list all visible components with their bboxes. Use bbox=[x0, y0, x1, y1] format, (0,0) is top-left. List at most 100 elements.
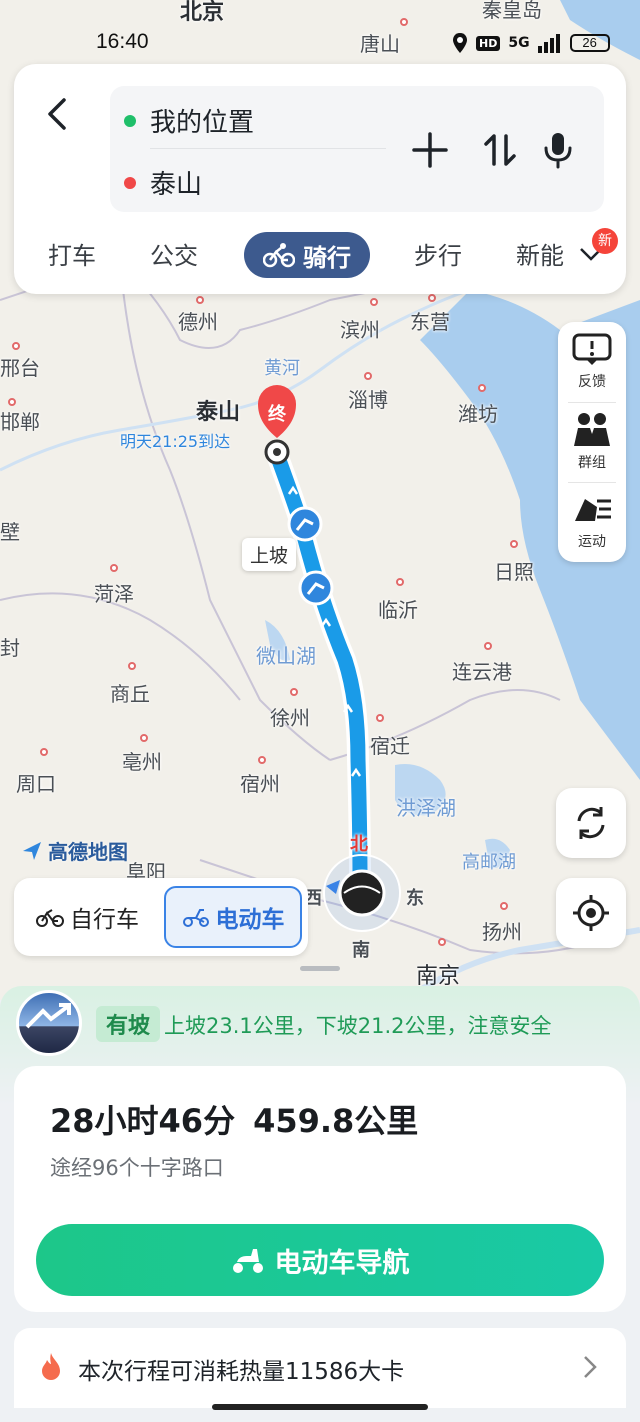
map-label-rizhao: 日照 bbox=[494, 560, 534, 584]
status-bar: 16:40 HD 5G 26 bbox=[0, 26, 640, 60]
amap-logo: 高德地图 bbox=[20, 836, 128, 865]
calorie-card[interactable]: 本次行程可消耗热量11586大卡 bbox=[14, 1328, 626, 1408]
compass-north: 北 bbox=[350, 834, 368, 855]
map-label-beijing: 北京 bbox=[180, 0, 225, 25]
map-label-suqian: 宿迁 bbox=[370, 734, 410, 758]
sport-button[interactable]: 运动 bbox=[558, 482, 626, 562]
amap-logo-icon bbox=[23, 841, 41, 860]
refresh-button[interactable] bbox=[556, 788, 626, 858]
map-label-huanghe: 黄河 bbox=[264, 358, 300, 379]
map-label-linyi: 临沂 bbox=[378, 598, 418, 622]
cycling-icon bbox=[263, 243, 295, 268]
map-label-shangqiu: 商丘 bbox=[110, 682, 150, 706]
origin-dot bbox=[124, 114, 136, 127]
tab-new-energy[interactable]: 新能 bbox=[516, 236, 564, 271]
locate-icon bbox=[573, 895, 609, 931]
city-dot bbox=[400, 18, 408, 26]
map-label-qinhuangdao: 秦皇岛 bbox=[482, 0, 542, 22]
side-toolbar: 反馈 群组 运动 bbox=[558, 322, 626, 562]
scooter-icon bbox=[232, 1249, 263, 1273]
map-label-suzhou: 宿州 bbox=[240, 772, 280, 796]
slope-tag: 有坡 bbox=[96, 1006, 161, 1042]
calorie-text: 本次行程可消耗热量11586大卡 bbox=[78, 1359, 405, 1385]
route-detail-sheet: 有坡 上坡23.1公里，下坡21.2公里，注意安全 28小时46分 459.8公里… bbox=[0, 986, 640, 1422]
sheet-drag-handle[interactable] bbox=[300, 966, 340, 971]
map-label-feng: 封 bbox=[0, 636, 20, 660]
arrival-time: 明天21:25到达 bbox=[120, 432, 231, 451]
divider bbox=[150, 148, 386, 149]
feedback-button[interactable]: 反馈 bbox=[558, 322, 626, 402]
city-dot bbox=[140, 734, 148, 742]
tab-cycling-label: 骑行 bbox=[303, 243, 351, 272]
route-summary-card[interactable]: 28小时46分 459.8公里 途经96个十字路口 电动车导航 bbox=[14, 1066, 626, 1312]
status-time: 16:40 bbox=[96, 30, 149, 53]
city-dot bbox=[478, 384, 486, 392]
destination-dot bbox=[124, 176, 136, 189]
route-search-card: 我的位置 泰山 打车 公交 骑行 步行 新能 新 bbox=[14, 64, 626, 294]
bicycle-icon bbox=[36, 909, 64, 927]
start-navigation-label: 电动车导航 bbox=[274, 1247, 410, 1279]
map-label-weishanhu: 微山湖 bbox=[256, 644, 316, 668]
travel-mode-tabs: 打车 公交 骑行 步行 新能 bbox=[14, 232, 626, 280]
mode-ebike-label: 电动车 bbox=[215, 907, 285, 933]
add-waypoint-icon[interactable] bbox=[410, 130, 450, 170]
status-icons: HD 5G 26 bbox=[452, 32, 610, 54]
map-label-lianyungang: 连云港 bbox=[452, 660, 512, 684]
city-dot bbox=[364, 372, 372, 380]
mode-bicycle-label: 自行车 bbox=[70, 907, 139, 933]
start-navigation-button[interactable]: 电动车导航 bbox=[36, 1224, 604, 1296]
origin-text: 我的位置 bbox=[150, 108, 255, 138]
tab-walking[interactable]: 步行 bbox=[414, 236, 462, 271]
map-label-hongzehu: 洪泽湖 bbox=[396, 796, 456, 820]
slope-thumbnail bbox=[16, 990, 82, 1056]
tab-taxi[interactable]: 打车 bbox=[48, 236, 96, 271]
sport-label: 运动 bbox=[578, 534, 606, 550]
city-dot bbox=[8, 398, 16, 406]
slope-detail: 上坡23.1公里，下坡21.2公里，注意安全 bbox=[164, 1014, 552, 1038]
amap-logo-text: 高德地图 bbox=[48, 840, 128, 864]
uphill-label: 上坡 bbox=[242, 538, 297, 571]
city-dot bbox=[128, 662, 136, 670]
mode-bicycle[interactable]: 自行车 bbox=[36, 886, 139, 948]
sport-icon bbox=[575, 499, 611, 521]
route-via: 途经96个十字路口 bbox=[50, 1156, 224, 1180]
home-indicator[interactable] bbox=[212, 1404, 428, 1410]
city-dot bbox=[428, 294, 436, 302]
end-marker-label: 终 bbox=[268, 404, 286, 425]
route-summary: 28小时46分 459.8公里 bbox=[50, 1096, 418, 1142]
map-label-taishan: 泰山 bbox=[196, 400, 241, 425]
city-dot bbox=[438, 938, 446, 946]
origin-field[interactable]: 我的位置 bbox=[124, 102, 254, 139]
city-dot bbox=[12, 342, 20, 350]
tab-cycling[interactable]: 骑行 bbox=[244, 232, 370, 278]
network-indicator: 5G bbox=[508, 35, 530, 51]
city-dot bbox=[370, 298, 378, 306]
feedback-icon bbox=[572, 333, 612, 365]
city-dot bbox=[290, 688, 298, 696]
swap-icon[interactable] bbox=[480, 130, 520, 170]
map-label-yangzhou: 扬州 bbox=[482, 920, 522, 944]
route-input-box: 我的位置 泰山 bbox=[110, 86, 604, 212]
group-button[interactable]: 群组 bbox=[558, 402, 626, 482]
map-label-zhoukou: 周口 bbox=[16, 772, 56, 796]
mode-ebike[interactable]: 电动车 bbox=[164, 886, 302, 948]
route-distance: 459.8公里 bbox=[253, 1102, 419, 1140]
back-icon[interactable] bbox=[42, 94, 72, 134]
city-dot bbox=[376, 714, 384, 722]
refresh-icon bbox=[577, 807, 605, 839]
city-dot bbox=[510, 540, 518, 548]
map-label-binzhou: 滨州 bbox=[340, 318, 380, 342]
new-badge: 新 bbox=[592, 228, 618, 254]
ebike-icon bbox=[182, 909, 209, 927]
map-label-dezhou: 德州 bbox=[178, 310, 218, 334]
feedback-label: 反馈 bbox=[578, 374, 606, 390]
tab-transit[interactable]: 公交 bbox=[150, 236, 198, 271]
group-icon bbox=[574, 413, 610, 446]
locate-button[interactable] bbox=[556, 878, 626, 948]
map-label-handan: 邯郸 bbox=[0, 410, 40, 434]
city-dot bbox=[396, 578, 404, 586]
city-dot bbox=[484, 642, 492, 650]
destination-field[interactable]: 泰山 bbox=[124, 164, 202, 201]
microphone-icon[interactable] bbox=[538, 130, 578, 170]
map-label-weifang: 潍坊 bbox=[458, 402, 498, 426]
